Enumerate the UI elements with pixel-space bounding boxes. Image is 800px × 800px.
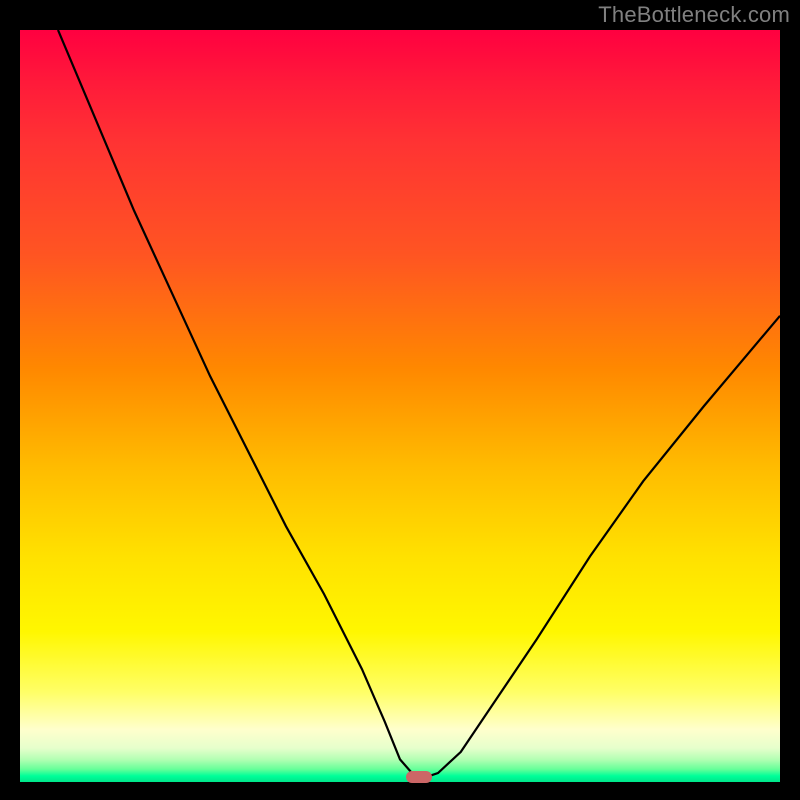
curve-path [58,30,780,778]
attribution-label: TheBottleneck.com [598,2,790,28]
chart-frame: TheBottleneck.com [0,0,800,800]
bottleneck-curve [20,30,780,782]
plot-area [20,30,780,782]
optimum-marker [406,771,432,783]
